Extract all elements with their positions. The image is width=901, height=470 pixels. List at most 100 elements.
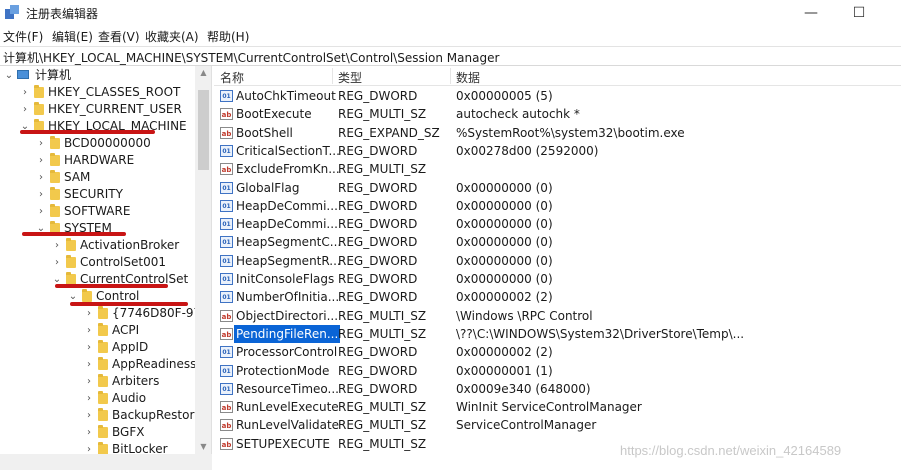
maximize-button[interactable]: ☐ — [846, 3, 872, 23]
value-data: WinInit ServiceControlManager — [456, 400, 642, 415]
tree-item[interactable]: › BGFX — [0, 424, 195, 441]
value-row[interactable]: 01 GlobalFlag REG_DWORD 0x00000000 (0) — [214, 179, 901, 197]
value-name: HeapSegmentR... — [236, 253, 341, 268]
chevron-right-icon[interactable]: › — [84, 356, 94, 373]
scroll-up-arrow-icon[interactable]: ▲ — [195, 66, 211, 80]
value-type: REG_DWORD — [338, 235, 418, 250]
tree-item[interactable]: › ControlSet001 — [0, 254, 195, 271]
value-row[interactable]: 01 InitConsoleFlags REG_DWORD 0x00000000 (0… — [214, 270, 901, 288]
chevron-right-icon[interactable]: › — [84, 305, 94, 322]
tree-scrollbar[interactable]: ▲ ▼ — [195, 66, 211, 470]
value-row[interactable]: ab RunLevelExecute REG_MULTI_SZ WinInit Ser… — [214, 398, 901, 416]
tree-item[interactable]: › AppID — [0, 339, 195, 356]
chevron-right-icon[interactable]: › — [20, 101, 30, 118]
registry-app-icon — [5, 5, 19, 19]
chevron-right-icon[interactable]: › — [20, 84, 30, 101]
value-name: BootExecute — [236, 107, 312, 122]
value-row[interactable]: 01 NumberOfInitia... REG_DWORD 0x00000002 (… — [214, 288, 901, 306]
value-row[interactable]: 01 HeapDeCommi... REG_DWORD 0x00000000 (0) — [214, 215, 901, 233]
window-title: 注册表编辑器 — [26, 7, 99, 21]
chevron-down-icon[interactable]: ⌄ — [4, 67, 14, 84]
key-tree[interactable]: ⌄ 计算机 › HKEY_CLASSES_ROOT › HKEY_CURRENT_US… — [0, 66, 212, 470]
chevron-right-icon[interactable]: › — [84, 407, 94, 424]
value-name: NumberOfInitia... — [236, 290, 340, 305]
tree-item[interactable]: › BackupRestor — [0, 407, 195, 424]
tree-root[interactable]: ⌄ 计算机 — [0, 67, 195, 84]
tree-item[interactable]: › SECURITY — [0, 186, 195, 203]
menu-view[interactable]: 查看(V) — [98, 28, 140, 45]
menu-edit[interactable]: 编辑(E) — [52, 28, 93, 45]
chevron-right-icon[interactable]: › — [84, 390, 94, 407]
value-row[interactable]: 01 HeapSegmentR... REG_DWORD 0x00000000 (0) — [214, 252, 901, 270]
value-row[interactable]: ab PendingFileRen... REG_MULTI_SZ \??\C:\WI… — [214, 324, 901, 343]
tree-item-label: Arbiters — [112, 374, 160, 388]
values-list[interactable]: 名称 类型 数据 01 AutoChkTimeout REG_DWORD 0x0000… — [214, 66, 901, 470]
value-data: 0x00000000 (0) — [456, 235, 553, 250]
column-divider[interactable] — [450, 68, 451, 84]
column-type-header[interactable]: 类型 — [338, 69, 362, 86]
tree-item-label: HARDWARE — [64, 153, 135, 167]
chevron-right-icon[interactable]: › — [84, 322, 94, 339]
chevron-right-icon[interactable]: › — [84, 339, 94, 356]
menu-file[interactable]: 文件(F) — [3, 28, 43, 45]
tree-item[interactable]: › HARDWARE — [0, 152, 195, 169]
binary-value-icon: 01 — [220, 218, 233, 231]
folder-icon — [98, 357, 108, 370]
folder-icon — [98, 323, 108, 336]
value-row[interactable]: ab BootShell REG_EXPAND_SZ %SystemRoot%\sys… — [214, 124, 901, 142]
tree-scrollbar-thumb[interactable] — [198, 90, 209, 170]
chevron-right-icon[interactable]: › — [36, 169, 46, 186]
column-divider[interactable] — [332, 68, 333, 84]
tree-horizontal-scrollbar[interactable] — [0, 454, 212, 470]
tree-item-label: SAM — [64, 170, 91, 184]
menu-favorites[interactable]: 收藏夹(A) — [145, 28, 199, 45]
chevron-right-icon[interactable]: › — [84, 373, 94, 390]
tree-item[interactable]: › ActivationBroker — [0, 237, 195, 254]
folder-icon — [98, 374, 108, 387]
value-row[interactable]: 01 ResourceTimeo... REG_DWORD 0x0009e340 (6… — [214, 380, 901, 398]
tree-item[interactable]: › ACPI — [0, 322, 195, 339]
tree-item[interactable]: › BCD00000000 — [0, 135, 195, 152]
tree-item-label: ControlSet001 — [80, 255, 166, 269]
tree-item-label: ActivationBroker — [80, 238, 180, 252]
address-bar[interactable]: 计算机\HKEY_LOCAL_MACHINE\SYSTEM\CurrentCon… — [0, 46, 901, 66]
value-row[interactable]: 01 HeapSegmentC... REG_DWORD 0x00000000 (0) — [214, 233, 901, 251]
chevron-right-icon[interactable]: › — [84, 424, 94, 441]
value-row[interactable]: 01 ProcessorControl REG_DWORD 0x00000002 (2… — [214, 343, 901, 361]
chevron-right-icon[interactable]: › — [36, 186, 46, 203]
value-data: 0x00000000 (0) — [456, 198, 553, 213]
tree-item[interactable]: › Arbiters — [0, 373, 195, 390]
column-data-header[interactable]: 数据 — [456, 69, 480, 86]
tree-item[interactable]: › {7746D80F-97 — [0, 305, 201, 322]
tree-item[interactable]: › Audio — [0, 390, 195, 407]
value-row[interactable]: ab BootExecute REG_MULTI_SZ autocheck autoc… — [214, 105, 901, 123]
value-row[interactable]: 01 ProtectionMode REG_DWORD 0x00000001 (1) — [214, 362, 901, 380]
value-row[interactable]: 01 HeapDeCommi... REG_DWORD 0x00000000 (0) — [214, 197, 901, 215]
tree-item[interactable]: › SOFTWARE — [0, 203, 195, 220]
value-row[interactable]: ab ExcludeFromKn... REG_MULTI_SZ — [214, 160, 901, 178]
string-value-icon: ab — [220, 309, 233, 322]
chevron-right-icon[interactable]: › — [36, 203, 46, 220]
column-name-header[interactable]: 名称 — [220, 69, 244, 86]
minimize-button[interactable]: — — [798, 3, 824, 23]
value-row[interactable]: 01 AutoChkTimeout REG_DWORD 0x00000005 (5) — [214, 87, 901, 105]
value-row[interactable]: 01 CriticalSectionT... REG_DWORD 0x00278d00… — [214, 142, 901, 160]
value-type: REG_MULTI_SZ — [338, 418, 427, 433]
value-row[interactable]: ab ObjectDirectori... REG_MULTI_SZ \Windows… — [214, 307, 901, 325]
tree-item[interactable]: › HKEY_CURRENT_USER — [0, 101, 195, 118]
folder-icon — [50, 170, 60, 183]
chevron-right-icon[interactable]: › — [52, 254, 62, 271]
value-row[interactable]: ab RunLevelValidate REG_MULTI_SZ ServiceCon… — [214, 416, 901, 434]
chevron-right-icon[interactable]: › — [52, 237, 62, 254]
tree-item[interactable]: › AppReadiness — [0, 356, 196, 373]
value-type: REG_MULTI_SZ — [338, 400, 427, 415]
value-data: 0x00000002 (2) — [456, 290, 553, 305]
chevron-right-icon[interactable]: › — [36, 135, 46, 152]
value-name: GlobalFlag — [236, 180, 300, 195]
menu-help[interactable]: 帮助(H) — [207, 28, 249, 45]
chevron-right-icon[interactable]: › — [36, 152, 46, 169]
tree-item[interactable]: › SAM — [0, 169, 195, 186]
tree-item[interactable]: › HKEY_CLASSES_ROOT — [0, 84, 195, 101]
scroll-down-arrow-icon[interactable]: ▼ — [195, 440, 211, 454]
binary-value-icon: 01 — [220, 291, 233, 304]
